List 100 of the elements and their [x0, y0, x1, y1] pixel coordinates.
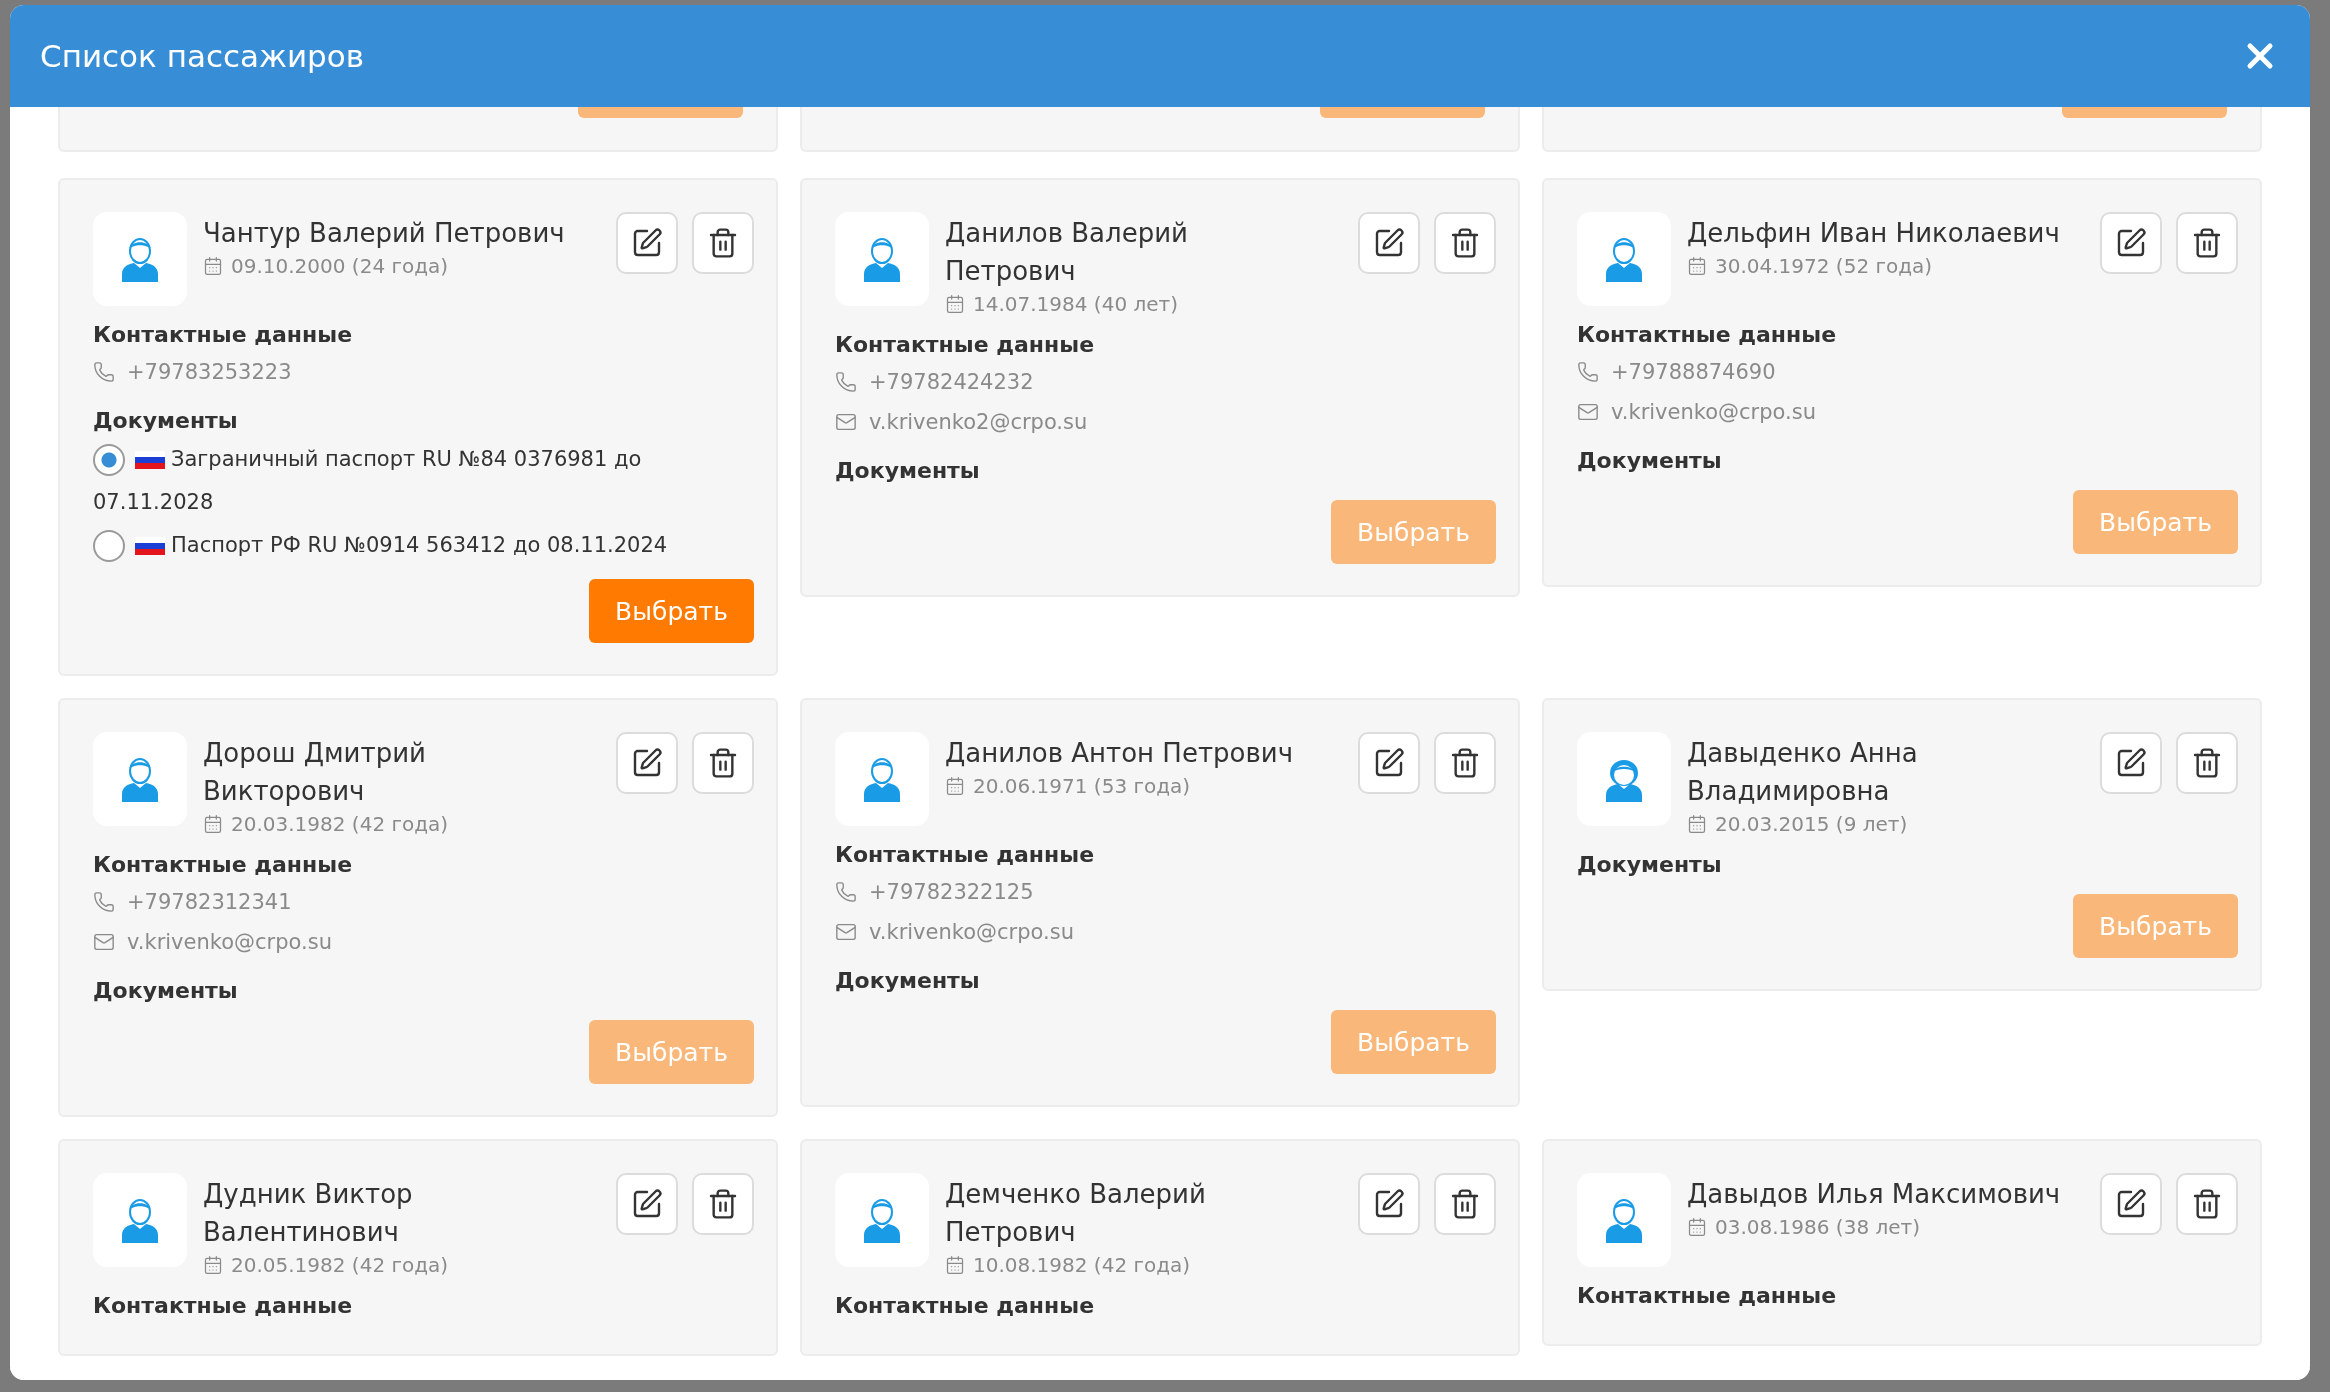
birth-date: 09.10.2000 (24 года)	[231, 254, 449, 278]
passenger-name: Данилов Валерий Петрович	[945, 217, 1189, 288]
calendar-icon	[203, 814, 223, 834]
contact-text: +79783253223	[127, 360, 292, 384]
delete-button[interactable]	[692, 212, 754, 274]
delete-button[interactable]	[1434, 732, 1496, 794]
contact-text: +79782424232	[869, 370, 1034, 394]
edit-icon	[1373, 227, 1405, 259]
edit-button[interactable]	[1358, 732, 1420, 794]
person-icon	[1604, 1197, 1644, 1243]
birth-date: 30.04.1972 (52 года)	[1715, 254, 1933, 278]
phone-icon	[1577, 361, 1599, 383]
mail-icon	[835, 411, 857, 433]
person-icon	[862, 1197, 902, 1243]
passenger-name: Давыдов Илья Максимович	[1687, 1178, 2062, 1211]
contact-text: +79788874690	[1611, 360, 1776, 384]
birth-date: 03.08.1986 (38 лет)	[1715, 1215, 1921, 1239]
contact-text: +79782322125	[869, 880, 1034, 904]
section-heading: Документы	[835, 457, 981, 485]
mail-icon	[93, 931, 115, 953]
edit-button[interactable]	[616, 1173, 678, 1235]
section-heading: Контактные данные	[835, 331, 1096, 359]
modal-title: Список пассажиров	[40, 38, 364, 74]
trash-icon	[2191, 1188, 2223, 1220]
edit-button[interactable]	[1358, 212, 1420, 274]
passenger-name: Данилов Антон Петрович	[945, 737, 1295, 770]
birth-date: 10.08.1982 (42 года)	[973, 1253, 1191, 1277]
contact-text: v.krivenko@crpo.su	[1611, 400, 1816, 424]
trash-icon	[1449, 1188, 1481, 1220]
passenger-name: Демченко Валерий Петрович	[945, 1178, 1207, 1249]
delete-button[interactable]	[1434, 212, 1496, 274]
section-heading: Документы	[1577, 447, 1723, 475]
section-heading: Контактные данные	[93, 321, 354, 349]
birth-date: 20.03.2015 (9 лет)	[1715, 812, 1908, 836]
calendar-icon	[945, 1255, 965, 1275]
contact-text: v.krivenko@crpo.su	[869, 920, 1074, 944]
contact-text: +79782312341	[127, 890, 292, 914]
trash-icon	[1449, 227, 1481, 259]
birth-date: 14.07.1984 (40 лет)	[973, 292, 1179, 316]
calendar-icon	[203, 1255, 223, 1275]
delete-button[interactable]	[692, 732, 754, 794]
calendar-icon	[1687, 814, 1707, 834]
phone-icon	[835, 371, 857, 393]
edit-button[interactable]	[616, 212, 678, 274]
trash-icon	[707, 227, 739, 259]
delete-button[interactable]	[692, 1173, 754, 1235]
birth-date: 20.06.1971 (53 года)	[973, 774, 1191, 798]
edit-icon	[631, 1188, 663, 1220]
edit-icon	[631, 747, 663, 779]
section-heading: Документы	[835, 967, 981, 995]
phone-icon	[835, 881, 857, 903]
edit-button[interactable]	[2100, 732, 2162, 794]
delete-button[interactable]	[1434, 1173, 1496, 1235]
mail-icon	[1577, 401, 1599, 423]
section-heading: Контактные данные	[835, 841, 1096, 869]
select-button[interactable]: Выбрать	[589, 579, 754, 643]
flag-icon	[135, 537, 165, 555]
person-icon	[120, 236, 160, 282]
passenger-name: Дудник Виктор Валентинович	[203, 1178, 414, 1249]
radio-button[interactable]	[93, 444, 125, 476]
flag-icon	[135, 451, 165, 469]
edit-icon	[2115, 1188, 2147, 1220]
trash-icon	[2191, 227, 2223, 259]
mail-icon	[835, 921, 857, 943]
passenger-name: Давыденко Анна Владимировна	[1687, 737, 1919, 808]
edit-button[interactable]	[616, 732, 678, 794]
trash-icon	[2191, 747, 2223, 779]
phone-icon	[93, 891, 115, 913]
person-icon	[120, 1197, 160, 1243]
passenger-name: Чантур Валерий Петрович	[203, 217, 566, 250]
calendar-icon	[1687, 256, 1707, 276]
calendar-icon	[1687, 1217, 1707, 1237]
edit-button[interactable]	[2100, 1173, 2162, 1235]
passenger-name: Дорош Дмитрий Викторович	[203, 737, 427, 808]
contact-text: v.krivenko2@crpo.su	[869, 410, 1088, 434]
edit-button[interactable]	[2100, 212, 2162, 274]
delete-button[interactable]	[2176, 1173, 2238, 1235]
contact-text: v.krivenko@crpo.su	[127, 930, 332, 954]
section-heading: Контактные данные	[93, 1292, 354, 1320]
edit-icon	[2115, 227, 2147, 259]
person-icon	[120, 756, 160, 802]
person-icon	[1604, 236, 1644, 282]
section-heading: Контактные данные	[1577, 321, 1838, 349]
calendar-icon	[945, 294, 965, 314]
trash-icon	[707, 747, 739, 779]
edit-icon	[1373, 747, 1405, 779]
edit-icon	[2115, 747, 2147, 779]
edit-button[interactable]	[1358, 1173, 1420, 1235]
birth-date: 20.03.1982 (42 года)	[231, 812, 449, 836]
delete-button[interactable]	[2176, 732, 2238, 794]
person-icon	[862, 756, 902, 802]
section-heading: Документы	[93, 977, 239, 1005]
calendar-icon	[945, 776, 965, 796]
calendar-icon	[203, 256, 223, 276]
section-heading: Контактные данные	[835, 1292, 1096, 1320]
delete-button[interactable]	[2176, 212, 2238, 274]
edit-icon	[1373, 1188, 1405, 1220]
document-option[interactable]: Заграничный паспорт RU №84 0376981 до 07.11.2028	[93, 438, 754, 524]
document-option[interactable]: Паспорт РФ RU №0914 563412 до 08.11.2024	[93, 524, 754, 567]
radio-button[interactable]	[93, 530, 125, 562]
